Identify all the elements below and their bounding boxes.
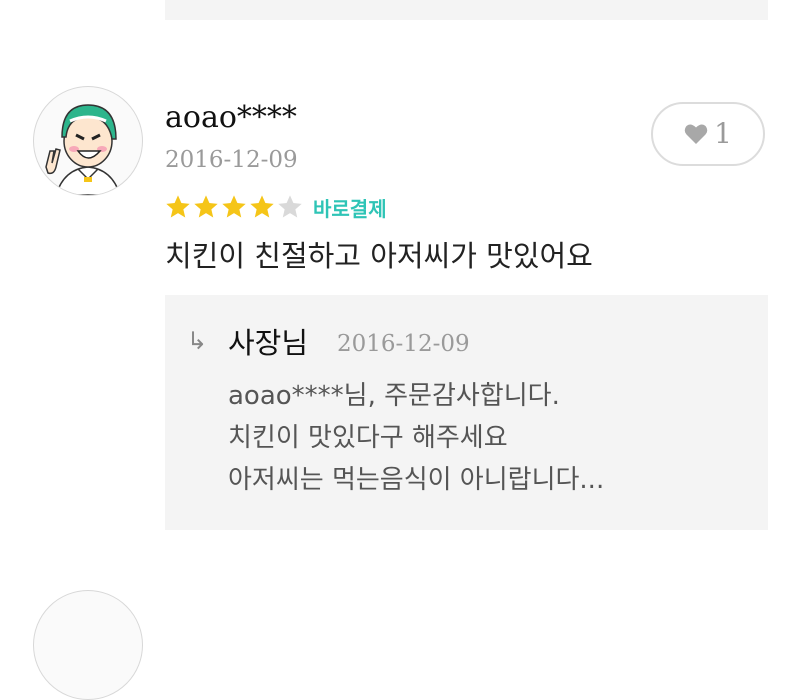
star-filled-icon — [250, 195, 274, 218]
user-avatar[interactable] — [33, 86, 143, 196]
like-button[interactable]: 1 — [651, 102, 765, 166]
owner-reply-panel: ↳ 사장님 2016-12-09 aoao****님, 주문감사합니다. 치킨이… — [165, 295, 768, 530]
star-filled-icon — [166, 195, 190, 218]
review-username: aoao**** — [165, 100, 297, 135]
reply-line: aoao****님, 주문감사합니다. — [228, 381, 560, 411]
next-review-avatar[interactable] — [33, 590, 143, 700]
star-filled-icon — [222, 195, 246, 218]
star-empty-icon — [278, 195, 302, 218]
heart-icon — [684, 124, 708, 144]
reply-line: 아저씨는 먹는음식이 아니랍니다... — [228, 465, 605, 495]
review-text: 치킨이 친절하고 아저씨가 맛있어요 — [165, 239, 593, 273]
star-filled-icon — [194, 195, 218, 218]
reply-author: 사장님 — [228, 326, 309, 360]
avatar-illustration-icon — [45, 104, 121, 195]
reply-text: aoao****님, 주문감사합니다. 치킨이 맛있다구 해주세요 아저씨는 먹… — [228, 375, 604, 501]
reply-date: 2016-12-09 — [337, 331, 470, 357]
review-date: 2016-12-09 — [165, 147, 298, 173]
reply-line: 치킨이 맛있다구 해주세요 — [228, 423, 508, 453]
reply-arrow-icon: ↳ — [187, 327, 208, 355]
star-rating — [164, 193, 304, 221]
payment-badge: 바로결제 — [313, 197, 387, 221]
like-count: 1 — [714, 117, 732, 150]
previous-review-panel — [165, 0, 768, 20]
